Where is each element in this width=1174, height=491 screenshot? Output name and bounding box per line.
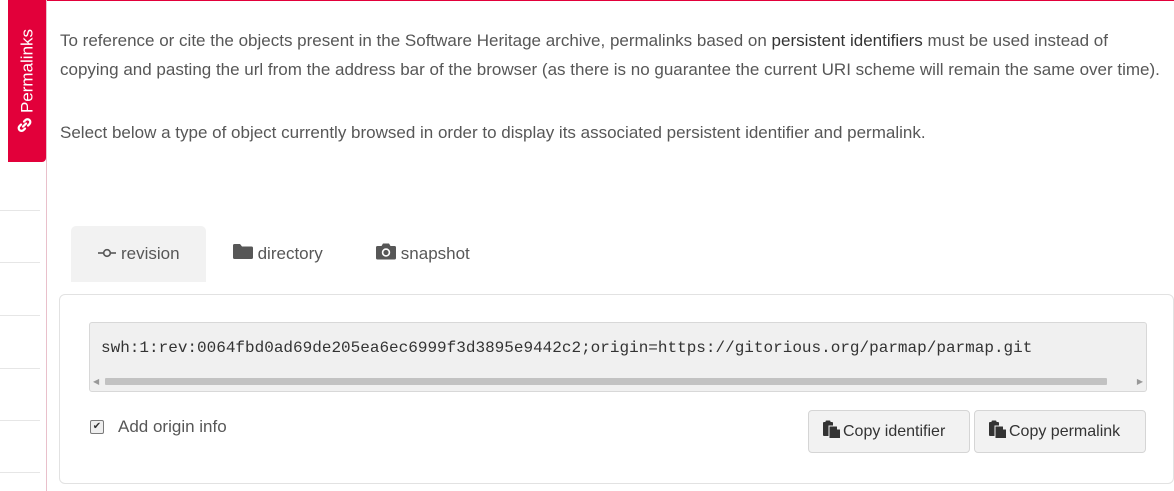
intro-text: To reference or cite the objects present… (60, 31, 772, 50)
link-icon (17, 117, 38, 133)
divider (0, 262, 40, 263)
add-origin-label: Add origin info (118, 417, 227, 436)
add-origin-option[interactable]: ✔ Add origin info (90, 417, 227, 437)
select-instruction: Select below a type of object currently … (60, 123, 926, 142)
copy-permalink-button[interactable]: Copy permalink (974, 410, 1146, 453)
intro-section: To reference or cite the objects present… (60, 26, 1160, 147)
divider (0, 315, 40, 316)
identifier-text: swh:1:rev:0064fbd0ad69de205ea6ec6999f3d3… (101, 339, 1033, 357)
camera-icon (375, 242, 397, 266)
divider (0, 472, 40, 473)
identifier-field[interactable]: swh:1:rev:0064fbd0ad69de205ea6ec6999f3d3… (89, 322, 1147, 392)
copy-identifier-label: Copy identifier (843, 422, 946, 440)
commit-icon (97, 244, 117, 264)
intro-paragraph: To reference or cite the objects present… (60, 26, 1160, 84)
tab-snapshot[interactable]: snapshot (349, 226, 496, 282)
scroll-right-icon[interactable]: ▶ (1137, 377, 1143, 386)
horizontal-scrollbar[interactable]: ◀ ▶ (93, 376, 1143, 386)
permalinks-tab[interactable]: Permalinks (8, 0, 46, 162)
folder-icon (232, 243, 254, 265)
copy-permalink-label: Copy permalink (1009, 422, 1121, 440)
object-type-tabs: revision directory snapshot (71, 226, 496, 282)
left-border (46, 0, 47, 491)
tab-revision-label: revision (121, 244, 180, 263)
tab-directory[interactable]: directory (206, 226, 349, 282)
top-border (46, 0, 1174, 1)
persistent-identifiers-link[interactable]: persistent identifiers (772, 31, 923, 50)
divider (0, 210, 40, 211)
permalinks-widget: Permalinks To reference or cite the obje… (0, 0, 1174, 491)
divider (0, 420, 40, 421)
copy-icon (988, 420, 1008, 444)
scroll-left-icon[interactable]: ◀ (93, 377, 99, 386)
scroll-thumb[interactable] (105, 378, 1107, 385)
tab-directory-label: directory (257, 244, 323, 263)
tab-revision[interactable]: revision (71, 226, 206, 282)
permalinks-tab-label: Permalinks (17, 28, 36, 114)
divider (0, 368, 40, 369)
copy-icon (822, 420, 842, 444)
add-origin-checkbox[interactable]: ✔ (90, 420, 104, 434)
copy-identifier-button[interactable]: Copy identifier (808, 410, 970, 453)
tab-snapshot-label: snapshot (400, 244, 470, 263)
